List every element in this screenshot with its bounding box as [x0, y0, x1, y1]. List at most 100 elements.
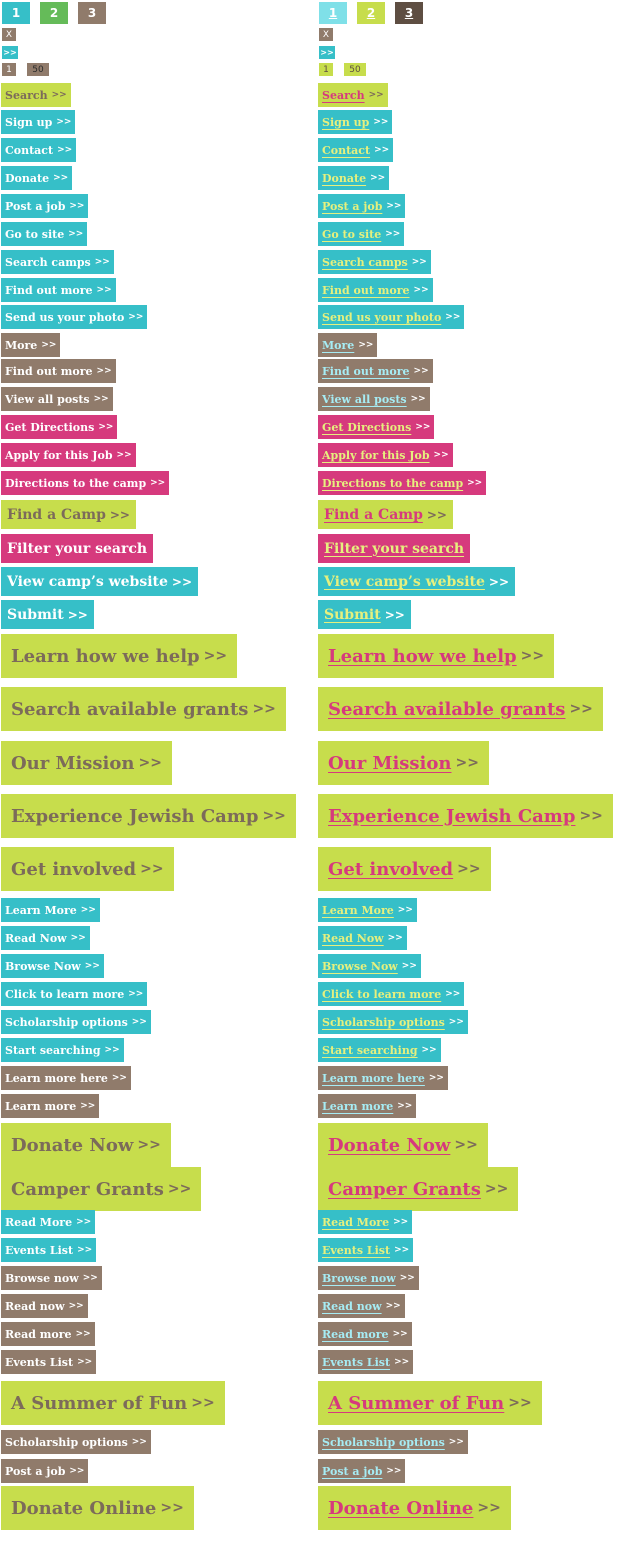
page-3-button[interactable]: 3	[78, 2, 106, 24]
directions-to-the-camp-button[interactable]: Directions to the camp >>	[318, 471, 487, 495]
search-camps-button[interactable]: Search camps >>	[318, 250, 431, 274]
double-chevron-right-icon: >>	[394, 1357, 410, 1367]
directions-to-the-camp-button[interactable]: Directions to the camp >>	[1, 471, 170, 495]
scholarship-options-button[interactable]: Scholarship options >>	[1, 1430, 151, 1454]
read-now-button[interactable]: Read now >>	[318, 1294, 405, 1318]
find-out-more-button[interactable]: Find out more >>	[1, 359, 116, 383]
donate-online-button[interactable]: Donate Online >>	[318, 1486, 511, 1530]
events-list-button[interactable]: Events List >>	[318, 1350, 414, 1374]
apply-for-this-job-button[interactable]: Apply for this Job >>	[318, 443, 453, 467]
contact-button[interactable]: Contact >>	[318, 138, 394, 162]
learn-more-button[interactable]: Learn More >>	[318, 898, 417, 922]
filter-your-search-button[interactable]: Filter your search	[1, 534, 154, 563]
learn-more-button[interactable]: Learn More >>	[1, 898, 100, 922]
page-2-button[interactable]: 2	[40, 2, 68, 24]
send-us-your-photo-button[interactable]: Send us your photo >>	[318, 305, 465, 329]
click-to-learn-more-button[interactable]: Click to learn more >>	[1, 982, 148, 1006]
donate-now-button[interactable]: Donate Now >>	[1, 1123, 171, 1167]
scholarship-options-button[interactable]: Scholarship options >>	[318, 1430, 468, 1454]
search-button[interactable]: Search >>	[1, 83, 71, 107]
read-now-button[interactable]: Read Now >>	[318, 926, 407, 950]
learn-how-we-help-button[interactable]: Learn how we help >>	[318, 634, 555, 678]
view-all-posts-button[interactable]: View all posts >>	[1, 387, 113, 411]
scholarship-options-button[interactable]: Scholarship options >>	[318, 1010, 468, 1034]
find-out-more-button[interactable]: Find out more >>	[318, 278, 433, 302]
post-a-job-button[interactable]: Post a job >>	[318, 194, 406, 218]
read-now-button[interactable]: Read Now >>	[1, 926, 90, 950]
find-out-more-button[interactable]: Find out more >>	[318, 359, 433, 383]
a-summer-of-fun-button[interactable]: A Summer of Fun >>	[318, 1381, 542, 1425]
search-available-grants-button[interactable]: Search available grants >>	[1, 687, 286, 731]
learn-how-we-help-button[interactable]: Learn how we help >>	[1, 634, 238, 678]
scholarship-options-button[interactable]: Scholarship options >>	[1, 1010, 151, 1034]
find-a-camp-button[interactable]: Find a Camp >>	[318, 500, 453, 529]
our-mission-button[interactable]: Our Mission >>	[318, 741, 489, 785]
read-now-button[interactable]: Read now >>	[1, 1294, 88, 1318]
next-button[interactable]: >>	[2, 46, 18, 59]
learn-more-here-button[interactable]: Learn more here >>	[1, 1066, 131, 1090]
apply-for-this-job-button[interactable]: Apply for this Job >>	[1, 443, 136, 467]
read-more-button[interactable]: Read more >>	[318, 1322, 412, 1346]
get-directions-button[interactable]: Get Directions >>	[1, 415, 118, 439]
click-to-learn-more-button[interactable]: Click to learn more >>	[318, 982, 465, 1006]
browse-now-button[interactable]: Browse now >>	[1, 1266, 102, 1290]
search-camps-button[interactable]: Search camps >>	[1, 250, 114, 274]
contact-button[interactable]: Contact >>	[1, 138, 77, 162]
page-3-button[interactable]: 3	[395, 2, 423, 24]
our-mission-button[interactable]: Our Mission >>	[1, 741, 172, 785]
page-1-button[interactable]: 1	[319, 2, 347, 24]
page-1-button[interactable]: 1	[2, 2, 30, 24]
get-involved-button[interactable]: Get involved >>	[318, 847, 491, 891]
find-a-camp-button[interactable]: Find a Camp >>	[1, 500, 136, 529]
browse-now-button[interactable]: Browse Now >>	[318, 954, 421, 978]
start-searching-button[interactable]: Start searching >>	[1, 1038, 124, 1062]
events-list-button[interactable]: Events List >>	[1, 1238, 97, 1262]
learn-more-button[interactable]: Learn more >>	[1, 1094, 100, 1118]
post-a-job-button[interactable]: Post a job >>	[1, 194, 89, 218]
close-button[interactable]: X	[319, 28, 333, 41]
search-button[interactable]: Search >>	[318, 83, 388, 107]
post-a-job-button[interactable]: Post a job >>	[318, 1459, 406, 1483]
next-button[interactable]: >>	[319, 46, 335, 59]
experience-jewish-camp-button[interactable]: Experience Jewish Camp >>	[318, 794, 613, 838]
close-button[interactable]: X	[2, 28, 16, 41]
camper-grants-button[interactable]: Camper Grants >>	[318, 1167, 519, 1211]
donate-online-button[interactable]: Donate Online >>	[1, 1486, 194, 1530]
send-us-your-photo-button[interactable]: Send us your photo >>	[1, 305, 148, 329]
start-searching-button[interactable]: Start searching >>	[318, 1038, 441, 1062]
go-to-site-button[interactable]: Go to site >>	[1, 222, 88, 246]
post-a-job-button[interactable]: Post a job >>	[1, 1459, 89, 1483]
view-all-posts-button[interactable]: View all posts >>	[318, 387, 430, 411]
a-summer-of-fun-button[interactable]: A Summer of Fun >>	[1, 1381, 225, 1425]
camper-grants-button[interactable]: Camper Grants >>	[1, 1167, 202, 1211]
sign-up-button[interactable]: Sign up >>	[1, 110, 76, 134]
donate-now-button[interactable]: Donate Now >>	[318, 1123, 488, 1167]
page-2-button[interactable]: 2	[357, 2, 385, 24]
submit-button[interactable]: Submit >>	[1, 600, 94, 629]
browse-now-button[interactable]: Browse now >>	[318, 1266, 419, 1290]
filter-your-search-button[interactable]: Filter your search	[318, 534, 471, 563]
go-to-site-button[interactable]: Go to site >>	[318, 222, 405, 246]
donate-button[interactable]: Donate >>	[1, 166, 73, 190]
view-camp-s-website-button[interactable]: View camp’s website >>	[1, 567, 199, 596]
sign-up-button[interactable]: Sign up >>	[318, 110, 393, 134]
learn-more-button[interactable]: Learn more >>	[318, 1094, 417, 1118]
hover-state-column: 1 2 3 X >> 1 50 Search >> Sign up >> Contact…	[317, 0, 617, 1560]
more-button[interactable]: More >>	[318, 333, 378, 357]
learn-more-here-button[interactable]: Learn more here >>	[318, 1066, 448, 1090]
get-directions-button[interactable]: Get Directions >>	[318, 415, 435, 439]
submit-button[interactable]: Submit >>	[318, 600, 411, 629]
read-more-button[interactable]: Read More >>	[318, 1210, 413, 1234]
donate-button[interactable]: Donate >>	[318, 166, 390, 190]
read-more-button[interactable]: Read more >>	[1, 1322, 95, 1346]
view-camp-s-website-button[interactable]: View camp’s website >>	[318, 567, 516, 596]
find-out-more-button[interactable]: Find out more >>	[1, 278, 116, 302]
browse-now-button[interactable]: Browse Now >>	[1, 954, 104, 978]
events-list-button[interactable]: Events List >>	[1, 1350, 97, 1374]
read-more-button[interactable]: Read More >>	[1, 1210, 96, 1234]
more-button[interactable]: More >>	[1, 333, 61, 357]
search-available-grants-button[interactable]: Search available grants >>	[318, 687, 603, 731]
events-list-button[interactable]: Events List >>	[318, 1238, 414, 1262]
experience-jewish-camp-button[interactable]: Experience Jewish Camp >>	[1, 794, 296, 838]
get-involved-button[interactable]: Get involved >>	[1, 847, 174, 891]
